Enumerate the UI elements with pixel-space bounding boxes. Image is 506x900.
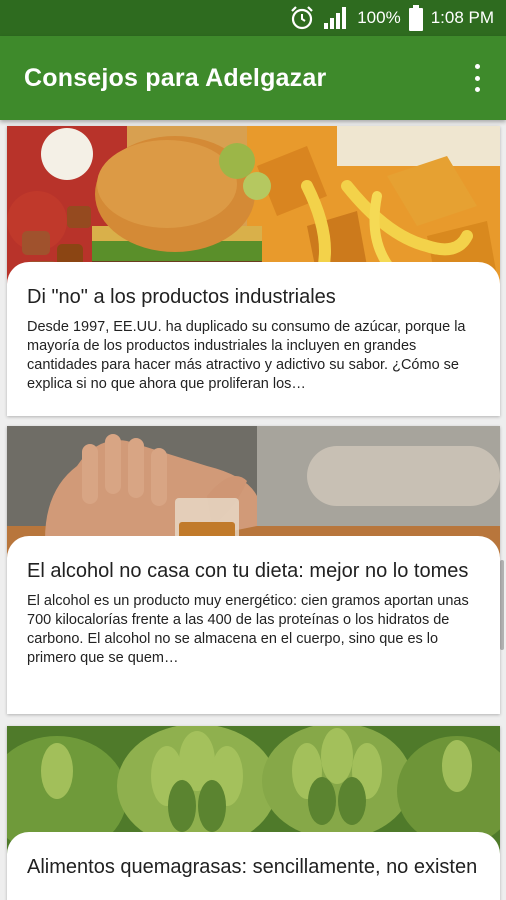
article-title[interactable]: Di "no" a los productos industriales <box>27 284 480 310</box>
article-title[interactable]: Alimentos quemagrasas: sencillamente, no… <box>27 854 480 880</box>
article-card-body: El alcohol no casa con tu dieta: mejor n… <box>7 536 500 714</box>
article-excerpt: Desde 1997, EE.UU. ha duplicado su consu… <box>27 319 466 392</box>
battery-percent: 100% <box>357 8 401 27</box>
alarm-icon <box>289 5 315 31</box>
article-feed[interactable]: Di "no" a los productos industriales Des… <box>0 120 506 900</box>
signal-icon <box>323 6 349 30</box>
article-card-body: Di "no" a los productos industriales Des… <box>7 262 500 416</box>
app-bar: Consejos para Adelgazar <box>0 36 506 120</box>
article-excerpt: El alcohol es un producto muy energético… <box>27 593 469 666</box>
article-card[interactable]: El alcohol no casa con tu dieta: mejor n… <box>7 426 500 714</box>
status-bar: 100% 1:08 PM <box>0 0 506 36</box>
app-title: Consejos para Adelgazar <box>24 63 327 92</box>
article-card-body: Alimentos quemagrasas: sencillamente, no… <box>7 832 500 900</box>
article-card[interactable]: Alimentos quemagrasas: sencillamente, no… <box>7 726 500 900</box>
battery-icon <box>408 5 423 31</box>
more-vert-icon[interactable] <box>472 64 482 92</box>
scrollbar-thumb[interactable] <box>500 560 504 650</box>
clock-time: 1:08 PM <box>430 8 494 27</box>
article-title[interactable]: El alcohol no casa con tu dieta: mejor n… <box>27 558 480 584</box>
article-card[interactable]: Di "no" a los productos industriales Des… <box>7 126 500 416</box>
